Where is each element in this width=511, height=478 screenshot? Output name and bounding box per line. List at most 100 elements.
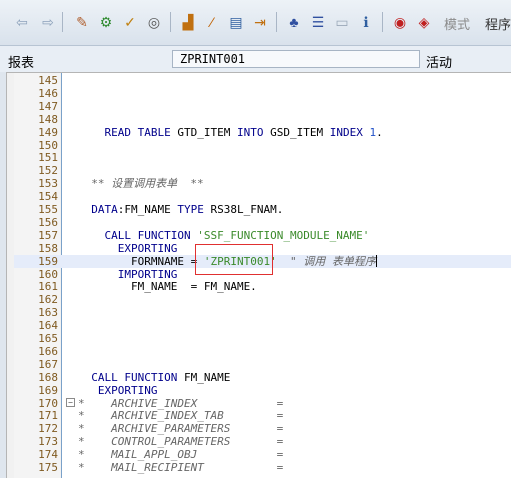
code-line[interactable]: 169 EXPORTING — [14, 384, 511, 397]
code-text: CALL FUNCTION 'SSF_FUNCTION_MODULE_NAME' — [104, 228, 370, 242]
code-text: EXPORTING — [117, 241, 178, 255]
toolbar-separator — [382, 12, 383, 32]
code-text: * MAIL_APPL_OBJ = — [78, 448, 284, 462]
line-number: 168 — [38, 370, 58, 384]
code-line[interactable]: 156 — [14, 216, 511, 229]
toolbar-separator — [276, 12, 277, 32]
code-text: FM_NAME = FM_NAME. — [78, 280, 257, 294]
session-breakpoint-icon[interactable]: ◈ — [414, 12, 434, 32]
line-number: 157 — [38, 228, 58, 242]
line-number: 175 — [38, 461, 58, 474]
line-number: 154 — [38, 190, 58, 204]
line-number: 150 — [38, 138, 58, 152]
line-number: 165 — [38, 332, 58, 345]
object-list-icon[interactable]: ▟ — [178, 12, 198, 32]
code-line[interactable]: 157 CALL FUNCTION 'SSF_FUNCTION_MODULE_N… — [14, 229, 511, 242]
info-icon[interactable]: ℹ — [356, 12, 376, 32]
program-name-field[interactable]: ZPRINT001 — [172, 50, 420, 68]
line-number: 170 — [38, 396, 58, 410]
stack-icon[interactable]: ☰ — [308, 12, 328, 32]
code-line[interactable]: 150 — [14, 139, 511, 152]
code-line[interactable]: 152 — [14, 164, 511, 177]
back-arrow-icon[interactable]: ⇦ — [12, 12, 32, 32]
code-text: ** 设置调用表单 ** — [78, 177, 204, 191]
code-text: * ARCHIVE_INDEX_TAB = — [78, 409, 284, 423]
code-line[interactable]: 147 — [14, 100, 511, 113]
forward-arrow-icon[interactable]: ⇨ — [38, 12, 58, 32]
line-number: 162 — [38, 293, 58, 307]
line-number: 152 — [38, 164, 58, 178]
screen-icon[interactable]: ▭ — [332, 12, 352, 32]
highlight-box — [195, 244, 273, 275]
code-text: IMPORTING — [117, 267, 178, 281]
line-number: 155 — [38, 203, 58, 216]
line-number: 147 — [38, 99, 58, 113]
code-line[interactable]: 166 — [14, 345, 511, 358]
code-line[interactable]: 153 ** 设置调用表单 ** — [14, 177, 511, 190]
display-object-icon[interactable]: ⇥ — [250, 12, 270, 32]
where-used-icon[interactable]: ▤ — [226, 12, 246, 32]
code-line[interactable]: 155 DATA:FM_NAME TYPE RS38L_FNAM. — [14, 203, 511, 216]
code-text: * ARCHIVE_PARAMETERS = — [78, 422, 284, 436]
application-toolbar: ⇦ ⇨ ✎ ⚙ ✓ ◎ ▟ ⁄ ▤ ⇥ ♣ ☰ ▭ ℹ ◉ ◈ 模式 程序 — [0, 0, 511, 46]
line-number: 172 — [38, 422, 58, 436]
line-number: 164 — [38, 319, 58, 333]
code-line[interactable]: 145 — [14, 74, 511, 87]
line-number: 169 — [38, 383, 58, 397]
hierarchy-icon[interactable]: ♣ — [284, 12, 304, 32]
line-number: 159 — [38, 254, 58, 268]
code-line[interactable]: 148 — [14, 113, 511, 126]
code-line[interactable]: 173 * CONTROL_PARAMETERS = — [14, 435, 511, 448]
line-number: 167 — [38, 357, 58, 371]
line-number: 163 — [38, 306, 58, 320]
code-line[interactable]: 175 * MAIL_RECIPIENT = — [14, 461, 511, 474]
line-number: 153 — [38, 177, 58, 191]
status-label: 活动 — [426, 55, 453, 70]
line-number: 146 — [38, 86, 58, 100]
toolbar-separator — [62, 12, 63, 32]
code-line[interactable]: 163 — [14, 306, 511, 319]
code-line[interactable]: 168 CALL FUNCTION FM_NAME — [14, 371, 511, 384]
line-number: 151 — [38, 151, 58, 165]
code-line[interactable]: 172 * ARCHIVE_PARAMETERS = — [14, 422, 511, 435]
code-text: DATA:FM_NAME TYPE RS38L_FNAM. — [91, 203, 284, 216]
code-line[interactable]: 170− * ARCHIVE_INDEX = — [14, 397, 511, 410]
line-number: 158 — [38, 241, 58, 255]
code-line[interactable]: 149 READ TABLE GTD_ITEM INTO GSD_ITEM IN… — [14, 126, 511, 139]
text-cursor — [375, 254, 377, 267]
code-line[interactable]: 146 — [14, 87, 511, 100]
code-line[interactable]: 161 FM_NAME = FM_NAME. — [14, 280, 511, 293]
fold-toggle-icon[interactable]: − — [66, 397, 75, 407]
code-line[interactable]: 164 — [14, 319, 511, 332]
line-number: 166 — [38, 344, 58, 358]
line-number: 148 — [38, 112, 58, 126]
line-number: 174 — [38, 448, 58, 462]
code-line[interactable]: 162 — [14, 293, 511, 306]
mode-button[interactable]: 模式 — [444, 14, 470, 33]
code-line[interactable]: 165 — [14, 332, 511, 345]
code-line[interactable]: 174 * MAIL_APPL_OBJ = — [14, 448, 511, 461]
code-line[interactable]: 151 — [14, 151, 511, 164]
edit-pen-icon[interactable]: ✎ — [72, 12, 92, 32]
code-text: * MAIL_RECIPIENT = — [78, 461, 284, 474]
code-text: READ TABLE GTD_ITEM INTO GSD_ITEM INDEX … — [104, 125, 383, 139]
line-number: 149 — [38, 125, 58, 139]
line-number: 156 — [38, 215, 58, 229]
code-text: EXPORTING — [97, 383, 158, 397]
code-line[interactable]: 171 * ARCHIVE_INDEX_TAB = — [14, 409, 511, 422]
line-number: 160 — [38, 267, 58, 281]
code-line[interactable]: 167 — [14, 358, 511, 371]
pencil-magic-icon[interactable]: ⁄ — [202, 12, 222, 32]
toggle-active-icon[interactable]: ⚙ — [96, 12, 116, 32]
check-icon[interactable]: ✓ — [120, 12, 140, 32]
program-menu[interactable]: 程序 — [485, 14, 511, 33]
breakpoint-icon[interactable]: ◉ — [390, 12, 410, 32]
line-number: 145 — [38, 74, 58, 87]
code-text: * CONTROL_PARAMETERS = — [78, 435, 284, 449]
code-text: CALL FUNCTION FM_NAME — [91, 370, 231, 384]
activate-target-icon[interactable]: ◎ — [144, 12, 164, 32]
code-line[interactable]: 154 — [14, 190, 511, 203]
code-text: * ARCHIVE_INDEX = — [78, 396, 284, 410]
line-number: 161 — [38, 280, 58, 294]
line-number: 171 — [38, 409, 58, 423]
